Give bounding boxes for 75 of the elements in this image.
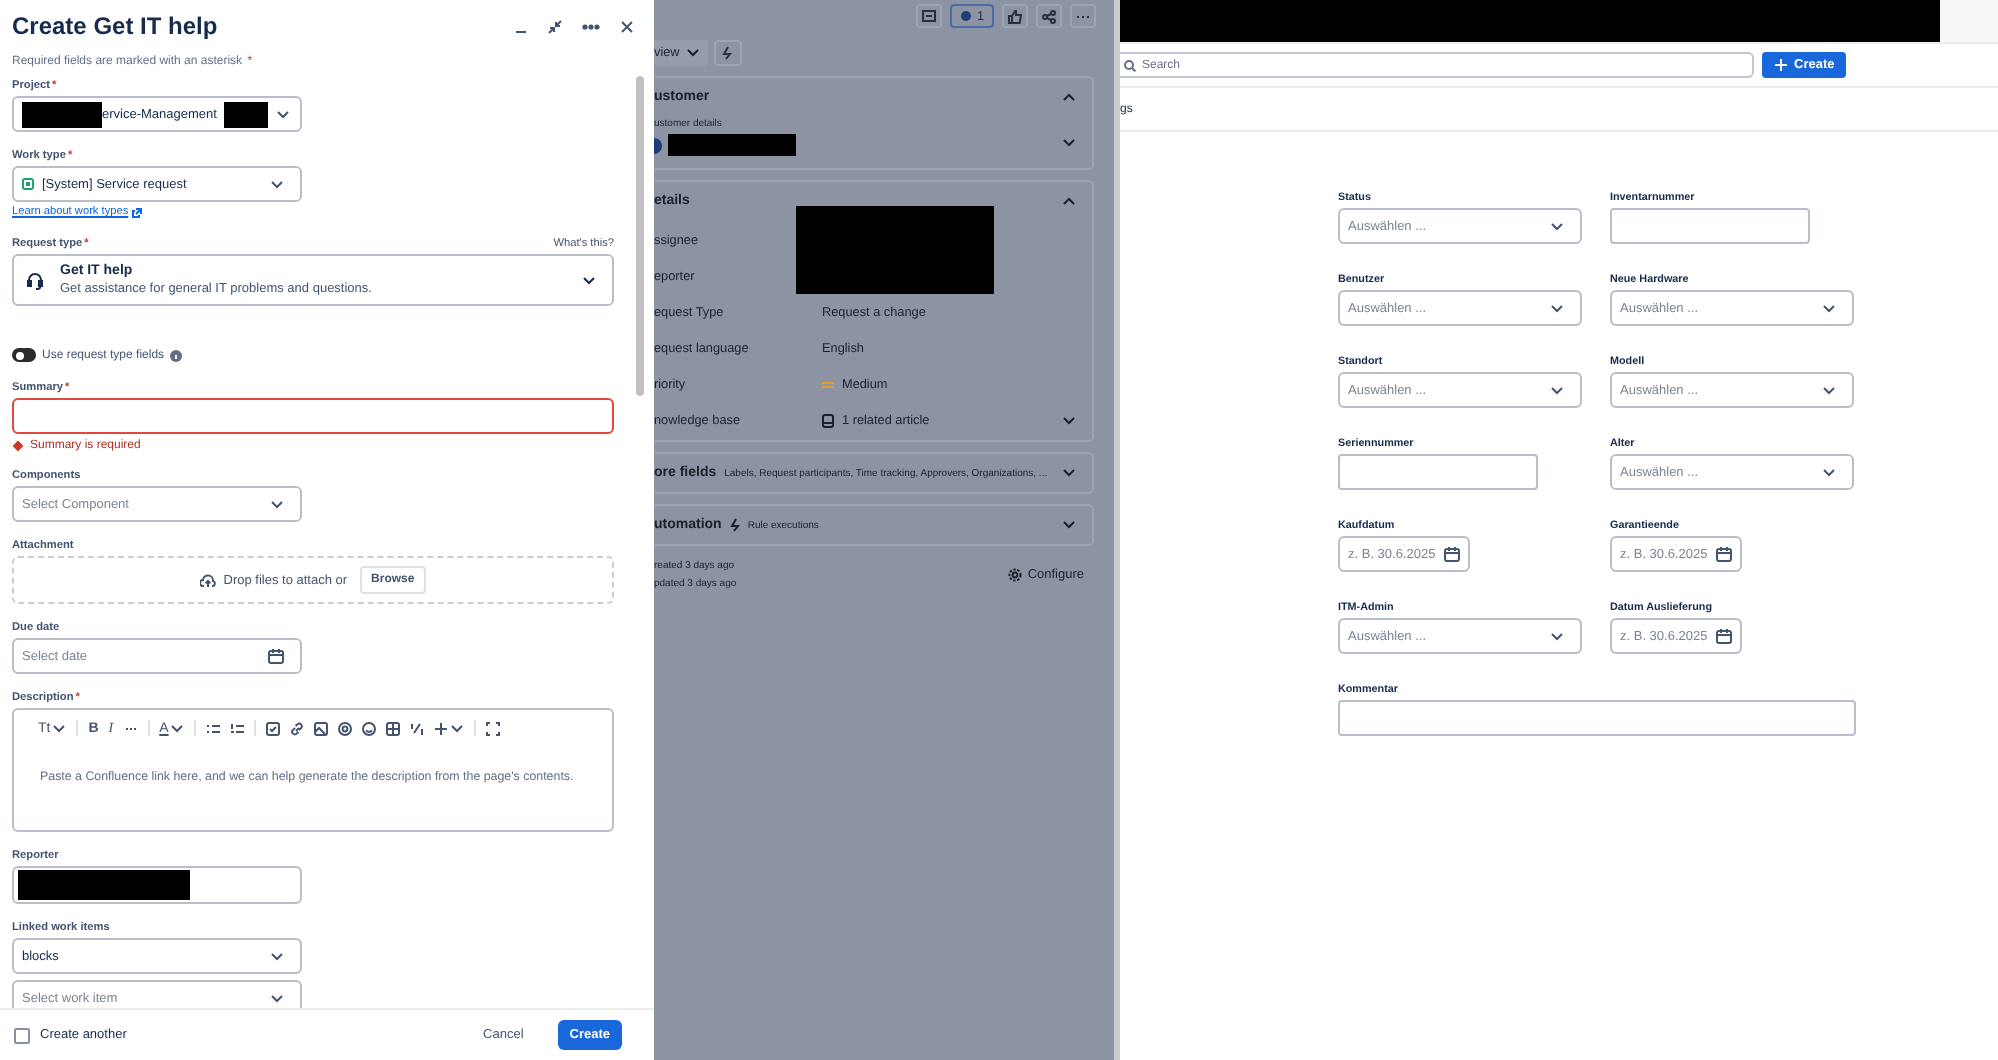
- automation-button[interactable]: [713, 40, 742, 66]
- share-button[interactable]: [1036, 4, 1062, 28]
- book-icon: [822, 414, 834, 428]
- plus-icon: [1774, 58, 1788, 72]
- more-icon[interactable]: [582, 23, 600, 29]
- external-link-icon: [132, 208, 143, 218]
- lightning-icon: [729, 518, 740, 532]
- feedback-icon: [922, 10, 937, 22]
- like-button[interactable]: [1002, 4, 1028, 28]
- mention-icon[interactable]: [338, 721, 353, 735]
- search-icon: [1124, 59, 1136, 71]
- calendar-icon: [1716, 628, 1732, 644]
- redacted-block: [22, 101, 102, 127]
- more-icon: [1076, 13, 1090, 19]
- chevron-down-icon: [1822, 303, 1836, 313]
- reporter-field[interactable]: [12, 866, 302, 904]
- emoji-icon[interactable]: [362, 721, 377, 735]
- plus-icon[interactable]: [434, 721, 449, 735]
- chevron-down-icon: [270, 993, 284, 1003]
- chevron-down-icon: [1822, 385, 1836, 395]
- feedback-button[interactable]: [916, 4, 943, 28]
- close-icon[interactable]: [620, 19, 634, 33]
- calendar-icon: [1444, 546, 1460, 562]
- chevron-down-icon: [276, 109, 291, 119]
- chevron-down-icon: [1062, 138, 1076, 148]
- chevron-up-icon: [1062, 196, 1076, 206]
- columns-icon[interactable]: [410, 721, 425, 735]
- info-icon: [170, 349, 183, 361]
- redacted-block: [224, 101, 269, 127]
- eye-icon: [960, 10, 973, 22]
- bullet-list-icon[interactable]: [206, 721, 221, 735]
- chevron-down-icon: [1550, 221, 1564, 231]
- text-field[interactable]: [1338, 454, 1538, 490]
- text-field[interactable]: [1610, 208, 1810, 244]
- error-icon: [12, 440, 24, 452]
- chevron-down-icon: [1550, 303, 1564, 313]
- dialog-title: Create Get IT help: [12, 12, 220, 40]
- chevron-up-icon: [1062, 92, 1076, 102]
- numbered-list-icon[interactable]: [230, 721, 245, 735]
- chevron-down-icon: [52, 723, 67, 733]
- toggle-switch[interactable]: [12, 348, 36, 362]
- table-icon[interactable]: [386, 721, 401, 735]
- chevron-down-icon: [270, 499, 284, 509]
- chevron-down-icon[interactable]: [1062, 416, 1076, 426]
- expand-icon[interactable]: [486, 721, 501, 735]
- chevron-down-icon: [450, 723, 465, 733]
- summary-field[interactable]: [12, 398, 614, 434]
- collapse-icon[interactable]: [548, 19, 562, 33]
- lightning-icon: [722, 46, 733, 60]
- square-icon: [22, 178, 34, 190]
- gear-icon: [1007, 568, 1022, 582]
- chevron-down-icon: [685, 48, 700, 58]
- upload-icon: [199, 573, 216, 587]
- headset-icon: [26, 271, 44, 289]
- priority-icon: [822, 380, 834, 390]
- chevron-down-icon: [270, 951, 284, 961]
- comment-field[interactable]: [1338, 700, 1856, 736]
- image-icon[interactable]: [314, 721, 329, 735]
- thumbs-up-icon: [1008, 9, 1022, 23]
- chevron-down-icon: [1550, 385, 1564, 395]
- share-icon: [1042, 9, 1056, 23]
- chevron-down-icon: [270, 179, 284, 189]
- chevron-down-icon: [1822, 467, 1836, 477]
- redacted-block: [668, 134, 796, 156]
- chevron-down-icon: [1062, 520, 1076, 530]
- calendar-icon: [268, 648, 284, 664]
- link-icon[interactable]: [290, 721, 305, 735]
- checkbox[interactable]: [14, 1027, 30, 1043]
- checkbox-icon[interactable]: [266, 721, 281, 735]
- chevron-down-icon: [582, 275, 596, 285]
- insert-button[interactable]: [434, 721, 465, 735]
- chevron-down-icon: [1550, 631, 1564, 641]
- calendar-icon: [1716, 546, 1732, 562]
- chevron-down-icon: [1062, 468, 1076, 478]
- chevron-down-icon: [170, 723, 185, 733]
